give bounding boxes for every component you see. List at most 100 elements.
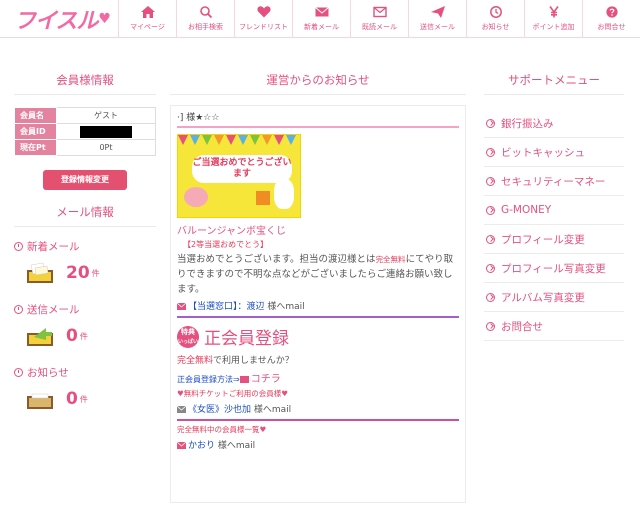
- logo[interactable]: フイスル ♥: [14, 6, 111, 34]
- bonus-badge: 特典 いっぱい: [177, 325, 199, 348]
- sender-row-2[interactable]: 《女医》沙也加 様へmail: [177, 402, 459, 415]
- nav-mypage[interactable]: マイページ: [118, 0, 176, 38]
- points-value: 0Pt: [56, 139, 156, 156]
- nav-label: 新着メール: [304, 23, 339, 31]
- nav-label: 既読メール: [362, 23, 397, 31]
- nav-label: 送信メール: [420, 23, 455, 31]
- member-id-value: [56, 123, 156, 140]
- support-item-profile-photo[interactable]: プロフィール写真変更: [484, 254, 624, 283]
- nav-sent-mail[interactable]: 送信メール: [408, 0, 466, 38]
- nav-contact[interactable]: お問合せ: [582, 0, 640, 38]
- new-mail-count-row: 20 件: [14, 258, 156, 284]
- notice-body: 当選おめでとうございます。担当の渡辺様とは完全無料にてやり取りできますので不明な…: [177, 254, 454, 295]
- points-label: 現在Pt: [14, 139, 57, 156]
- arrow-right-icon: [486, 147, 495, 157]
- mailbox-empty-icon: [27, 393, 53, 409]
- registration-heading[interactable]: 特典 いっぱい 正会員登録: [177, 324, 459, 349]
- clock-icon: [489, 6, 502, 18]
- arrow-right-icon: [486, 263, 495, 273]
- support-item-contact[interactable]: お問合せ: [484, 312, 624, 341]
- notice-count: 0: [66, 389, 78, 409]
- mailbox-sent-icon: [27, 328, 53, 346]
- member-info-title: 会員様情報: [14, 72, 156, 95]
- support-menu: 銀行振込み ビットキャッシュ セキュリティーマネー G-MONEY プロフィール…: [484, 109, 624, 341]
- table-row: 現在Pt 0Pt: [14, 139, 156, 156]
- sent-mail-count-row: 0 件: [14, 321, 156, 347]
- notice-group[interactable]: お知らせ 0 件: [14, 365, 156, 410]
- free-members-list-label[interactable]: 完全無料中の会員様一覧♥: [177, 424, 459, 435]
- nav-label: ポイント追加: [532, 23, 575, 31]
- redaction-bar: [80, 125, 132, 138]
- table-row: 会員ID: [14, 123, 156, 140]
- sender-row-3[interactable]: かおり 様へmail: [177, 438, 459, 451]
- new-mail-group[interactable]: 新着メール 20 件: [14, 239, 156, 284]
- support-item-album-photo[interactable]: アルバム写真変更: [484, 283, 624, 312]
- sender-link[interactable]: 《女医》沙也加: [188, 405, 251, 415]
- pig-illustration: [184, 187, 208, 207]
- sender-link[interactable]: 【当選窓口】：渡辺: [188, 302, 265, 312]
- here-link[interactable]: コチラ: [251, 374, 281, 385]
- divider: [177, 316, 459, 318]
- edit-registration-button[interactable]: 登録情報変更: [43, 170, 127, 190]
- mailbox-full-icon: [27, 262, 53, 283]
- clock-icon: [14, 368, 23, 377]
- member-name-label: 会員名: [14, 107, 57, 124]
- support-item-profile[interactable]: プロフィール変更: [484, 225, 624, 254]
- member-id-label: 会員ID: [14, 123, 57, 140]
- nav-new-mail[interactable]: 新着メール: [292, 0, 350, 38]
- support-item-bank[interactable]: 銀行振込み: [484, 109, 624, 138]
- count-unit: 件: [91, 269, 100, 278]
- home-icon: [140, 6, 155, 18]
- question-icon: [605, 6, 618, 18]
- search-icon: [199, 6, 212, 18]
- envelope-icon: [177, 442, 186, 449]
- nav-label: お問合せ: [597, 23, 626, 31]
- clock-icon: [14, 305, 23, 314]
- free-ticket-label[interactable]: ♥無料チケットご利用の会員様♥: [177, 388, 459, 399]
- free-use-line: 完全無料で利用しませんか？: [177, 356, 294, 366]
- arrow-right-icon: [486, 118, 495, 128]
- main-nav: マイページ お相手検索 フレンドリスト 新着メール 既読メール 送信メール お知…: [118, 0, 640, 38]
- yen-icon: [548, 6, 559, 18]
- sent-mail-heading: 送信メール: [14, 302, 156, 317]
- winner-banner[interactable]: ご当選おめでとうございます: [177, 134, 301, 218]
- sender-link[interactable]: かおり: [188, 441, 215, 451]
- notice-heading: ·] 様★☆☆: [177, 110, 459, 128]
- nav-read-mail[interactable]: 既読メール: [350, 0, 408, 38]
- lottery-title: バルーンジャンボ宝くじ: [177, 226, 286, 237]
- gift-illustration: [256, 191, 270, 205]
- table-row: 会員名 ゲスト: [14, 107, 156, 124]
- nav-search[interactable]: お相手検索: [176, 0, 234, 38]
- arrow-right-icon: [486, 292, 495, 302]
- registration-title: 正会員登録: [204, 329, 289, 349]
- nav-label: お知らせ: [481, 23, 510, 31]
- bunting-flags: [178, 135, 296, 145]
- count-unit: 件: [79, 395, 88, 404]
- middle-column: 運営からのお知らせ ·] 様★☆☆ ご当選おめでとうございます バルーンジャンボ…: [170, 72, 466, 503]
- sent-mail-count: 0: [66, 326, 78, 346]
- nav-label: マイページ: [130, 23, 165, 31]
- lottery-subtitle: 【2等当選おめでとう】: [183, 240, 269, 249]
- registration-method[interactable]: 正会員登録方法⇒ コチラ: [177, 370, 459, 385]
- new-mail-count: 20: [66, 263, 90, 283]
- header: フイスル ♥ マイページ お相手検索 フレンドリスト 新着メール 既読メール 送…: [0, 0, 640, 38]
- sender-row-1[interactable]: 【当選窓口】：渡辺 様へmail: [177, 299, 459, 312]
- mail-icon: [314, 7, 329, 17]
- nav-add-points[interactable]: ポイント追加: [524, 0, 582, 38]
- support-item-gmoney[interactable]: G-MONEY: [484, 196, 624, 225]
- divider: [177, 419, 459, 421]
- notice-box: ·] 様★☆☆ ご当選おめでとうございます バルーンジャンボ宝くじ 【2等当選お…: [170, 105, 466, 503]
- heart-icon: [256, 6, 271, 18]
- nav-notices[interactable]: お知らせ: [466, 0, 524, 38]
- envelope-icon: [239, 376, 249, 383]
- banner-text: ご当選おめでとうございます: [192, 155, 292, 183]
- support-item-security-money[interactable]: セキュリティーマネー: [484, 167, 624, 196]
- left-column: 会員様情報 会員名 ゲスト 会員ID 現在Pt 0Pt 登録情報変更 メール情報…: [14, 72, 156, 410]
- sent-mail-group[interactable]: 送信メール 0 件: [14, 302, 156, 347]
- support-item-bitcash[interactable]: ビットキャッシュ: [484, 138, 624, 167]
- notice-count-row: 0 件: [14, 384, 156, 410]
- member-name-value: ゲスト: [56, 107, 156, 124]
- nav-friends[interactable]: フレンドリスト: [234, 0, 292, 38]
- new-mail-heading: 新着メール: [14, 239, 156, 254]
- mail-open-icon: [372, 6, 387, 18]
